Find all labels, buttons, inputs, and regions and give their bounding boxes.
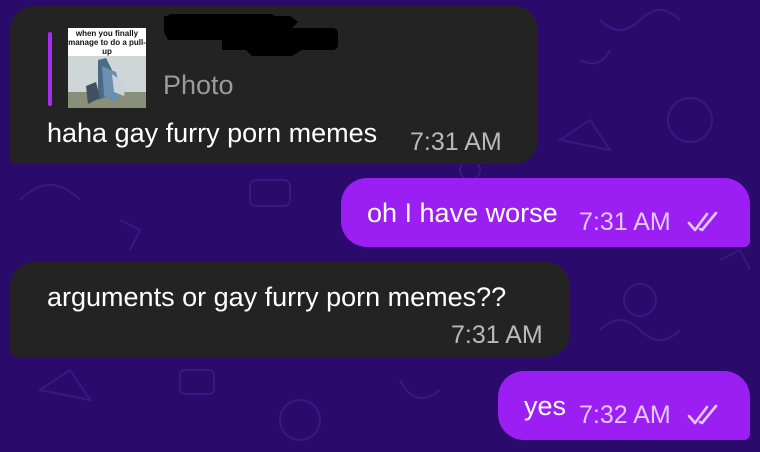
message-time: 7:31 AM bbox=[451, 321, 543, 349]
message-time: 7:31 AM bbox=[579, 208, 671, 236]
double-check-icon bbox=[687, 211, 718, 232]
message-bubble-incoming[interactable]: when you finally manage to do a pull-up … bbox=[10, 6, 538, 164]
message-text: yes bbox=[524, 391, 567, 421]
message-text: arguments or gay furry porn memes?? bbox=[47, 282, 507, 312]
redacted-sender-name bbox=[164, 14, 338, 56]
message-bubble-outgoing[interactable]: oh I have worse 7:31 AM bbox=[341, 178, 750, 247]
thumbnail-image bbox=[68, 56, 146, 108]
reply-accent-bar bbox=[48, 32, 52, 106]
message-time: 7:32 AM bbox=[579, 401, 671, 429]
reply-type-label: Photo bbox=[163, 70, 234, 100]
message-bubble-outgoing[interactable]: yes 7:32 AM bbox=[498, 371, 750, 440]
message-text: oh I have worse bbox=[367, 198, 558, 228]
thumbnail-caption: when you finally manage to do a pull-up bbox=[68, 29, 146, 56]
message-time: 7:31 AM bbox=[410, 128, 502, 156]
reply-photo-thumbnail[interactable]: when you finally manage to do a pull-up bbox=[68, 28, 146, 108]
message-bubble-incoming[interactable]: arguments or gay furry porn memes?? 7:31… bbox=[10, 262, 570, 357]
message-text: haha gay furry porn memes bbox=[47, 118, 378, 148]
double-check-icon bbox=[687, 404, 718, 425]
